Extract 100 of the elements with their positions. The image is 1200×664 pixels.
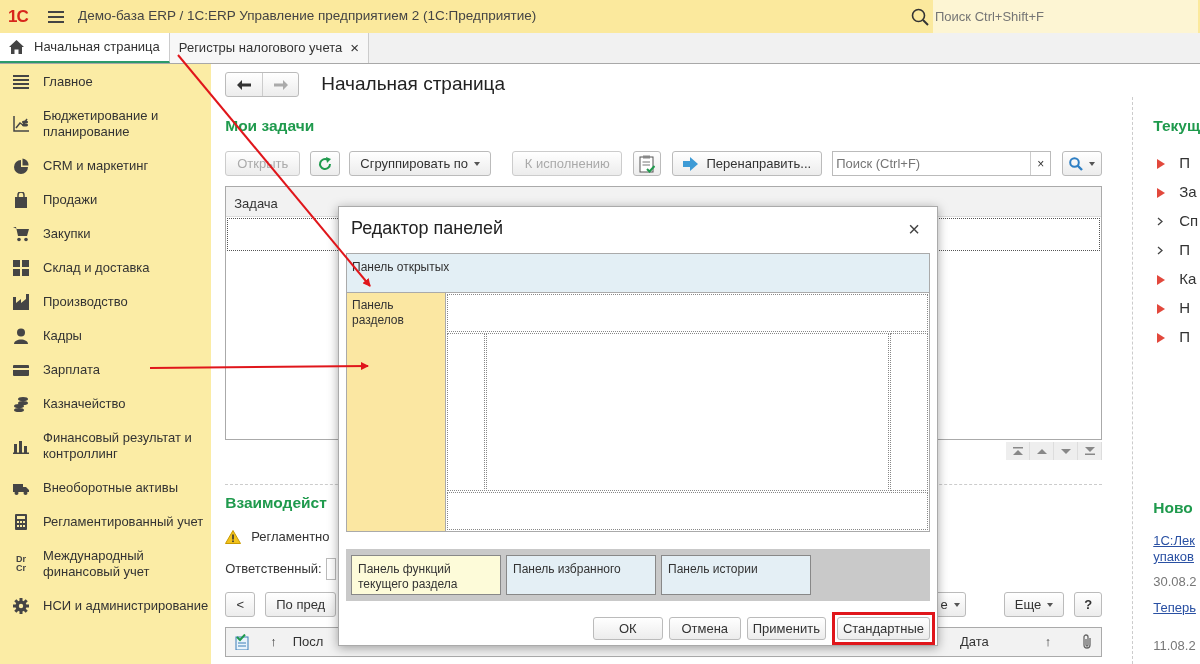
panel-block[interactable]: Панель функций текущего раздела (351, 555, 501, 595)
list-link[interactable]: Ка (1179, 268, 1197, 291)
news-link[interactable]: Теперь (1153, 600, 1200, 616)
search-menu-button[interactable] (1062, 151, 1103, 176)
scroll-to-bottom-button[interactable] (1078, 442, 1103, 460)
triangle-down-icon (1060, 449, 1071, 454)
caret-icon (953, 602, 960, 607)
list-link[interactable]: П (1179, 152, 1190, 175)
panel-block[interactable]: Панель избранного (506, 555, 656, 595)
sidebar-item[interactable]: Международный финансовый учет (43, 548, 209, 580)
warning-icon (225, 530, 242, 544)
search-field[interactable]: Поиск Ctrl+Shift+F (933, 0, 1198, 33)
responsible-field[interactable] (325, 558, 336, 580)
triangle-up-icon (1036, 449, 1047, 454)
sidebar-item[interactable]: Производство (43, 294, 128, 310)
more-button[interactable]: Еще (1003, 592, 1065, 617)
caret-icon (1047, 602, 1054, 607)
list-icon (13, 74, 29, 90)
dialog-button[interactable]: ОК (592, 617, 663, 640)
news-date: 11.08.2 (1153, 638, 1197, 654)
grid-icon (13, 260, 29, 276)
sidebar-item[interactable]: CRM и маркетинг (43, 158, 149, 174)
sections-panel[interactable]: Панель разделов (347, 293, 446, 531)
column-header: Задача (234, 196, 278, 211)
chevron-icon (1157, 217, 1164, 226)
close-button[interactable]: × (904, 213, 924, 244)
refresh-button[interactable] (310, 151, 341, 176)
triangle-icon (1157, 274, 1166, 285)
dialog-button[interactable]: Отмена (668, 617, 741, 640)
search-icon (911, 7, 929, 26)
calculator-icon (13, 514, 29, 530)
sidebar-item[interactable]: Регламентированный учет (43, 514, 204, 530)
sidebar-item[interactable]: НСИ и администрирование (43, 598, 209, 614)
person-icon (13, 328, 29, 344)
list-link[interactable]: За (1179, 181, 1197, 204)
scroll-top-icon (1012, 447, 1023, 455)
dr-cr-icon: Dr Cr (16, 555, 26, 573)
settings-icon (13, 598, 29, 614)
clipboard-icon (639, 154, 656, 173)
search-icon (1069, 156, 1084, 171)
sidebar-item[interactable]: Внеоборотные активы (43, 480, 178, 496)
group-by-dropdown[interactable]: Сгруппировать по (349, 151, 492, 176)
section-title: Ново (1153, 499, 1194, 517)
paperclip-icon (1081, 634, 1094, 650)
coins-icon (13, 396, 29, 412)
forward-arrow-icon (273, 79, 288, 90)
open-items-panel[interactable]: Панель открытых (347, 254, 929, 293)
sidebar-item[interactable]: Закупки (43, 226, 91, 242)
triangle-icon (1157, 332, 1166, 343)
cart-icon (13, 226, 29, 242)
list-link[interactable]: П (1179, 326, 1190, 349)
section-title: Взаимодейст (225, 494, 328, 512)
triangle-icon (1157, 303, 1166, 314)
scroll-down-button[interactable] (1054, 442, 1079, 460)
help-button[interactable]: ? (1074, 592, 1103, 617)
window-title: Демо-база ERP / 1С:ERP Управление предприятием 2 (1С:Предприятие) (78, 7, 537, 26)
clipboard-button[interactable] (633, 151, 662, 176)
checklist-icon (234, 634, 251, 650)
column-header: ↑ (269, 633, 278, 652)
back-button[interactable]: < (225, 592, 256, 617)
scroll-bottom-icon (1084, 447, 1095, 455)
redirect-button[interactable]: Перенаправить... (672, 151, 823, 176)
chevron-icon (1157, 246, 1164, 255)
caret-icon (474, 161, 481, 166)
dialog-button[interactable]: Стандартные (836, 617, 930, 640)
home-icon (9, 40, 24, 54)
tab[interactable]: Начальная страница (0, 33, 170, 63)
column-header: ↑ (1043, 633, 1053, 652)
list-link[interactable]: Н (1179, 297, 1191, 320)
sidebar-item[interactable]: Бюджетирование и планирование (43, 108, 209, 140)
sidebar-item[interactable]: Склад и доставка (43, 260, 150, 276)
scroll-up-button[interactable] (1030, 442, 1055, 460)
page-title: Начальная страница (321, 72, 506, 97)
sidebar-item[interactable]: Главное (43, 74, 93, 90)
back-arrow-icon (237, 79, 252, 90)
sidebar-item[interactable]: Зарплата (43, 362, 100, 378)
close-icon[interactable]: × (350, 36, 359, 60)
sidebar-item[interactable]: Казначейство (43, 396, 126, 412)
sidebar-item[interactable]: Продажи (43, 192, 98, 208)
card-icon (13, 362, 29, 378)
refresh-icon (318, 156, 333, 171)
sidebar-item[interactable]: Финансовый результат и контроллинг (43, 430, 209, 462)
sidebar-item[interactable]: Кадры (43, 328, 82, 344)
section-title: Текущ (1153, 117, 1200, 135)
filter-button[interactable]: По пред (265, 592, 337, 617)
panel-block[interactable]: Панель истории (661, 555, 811, 595)
tab[interactable]: Регистры налогового учета (178, 38, 343, 58)
list-link[interactable]: П (1179, 239, 1190, 262)
warning-text: Регламентно (251, 528, 330, 547)
chart-icon (13, 116, 29, 132)
news-link[interactable]: 1С:Лек упаков (1153, 533, 1200, 565)
scroll-to-top-button[interactable] (1006, 442, 1031, 460)
search-field[interactable]: Поиск (Ctrl+F) × (832, 151, 1052, 176)
app-logo: 1С (8, 5, 29, 28)
field-label: Ответственный: (225, 560, 322, 579)
arrow-right-icon (683, 156, 699, 171)
bar-chart-icon (13, 438, 29, 454)
menu-icon[interactable] (48, 10, 64, 23)
list-link[interactable]: Сп (1179, 210, 1199, 233)
dialog-button[interactable]: Применить (746, 617, 826, 640)
